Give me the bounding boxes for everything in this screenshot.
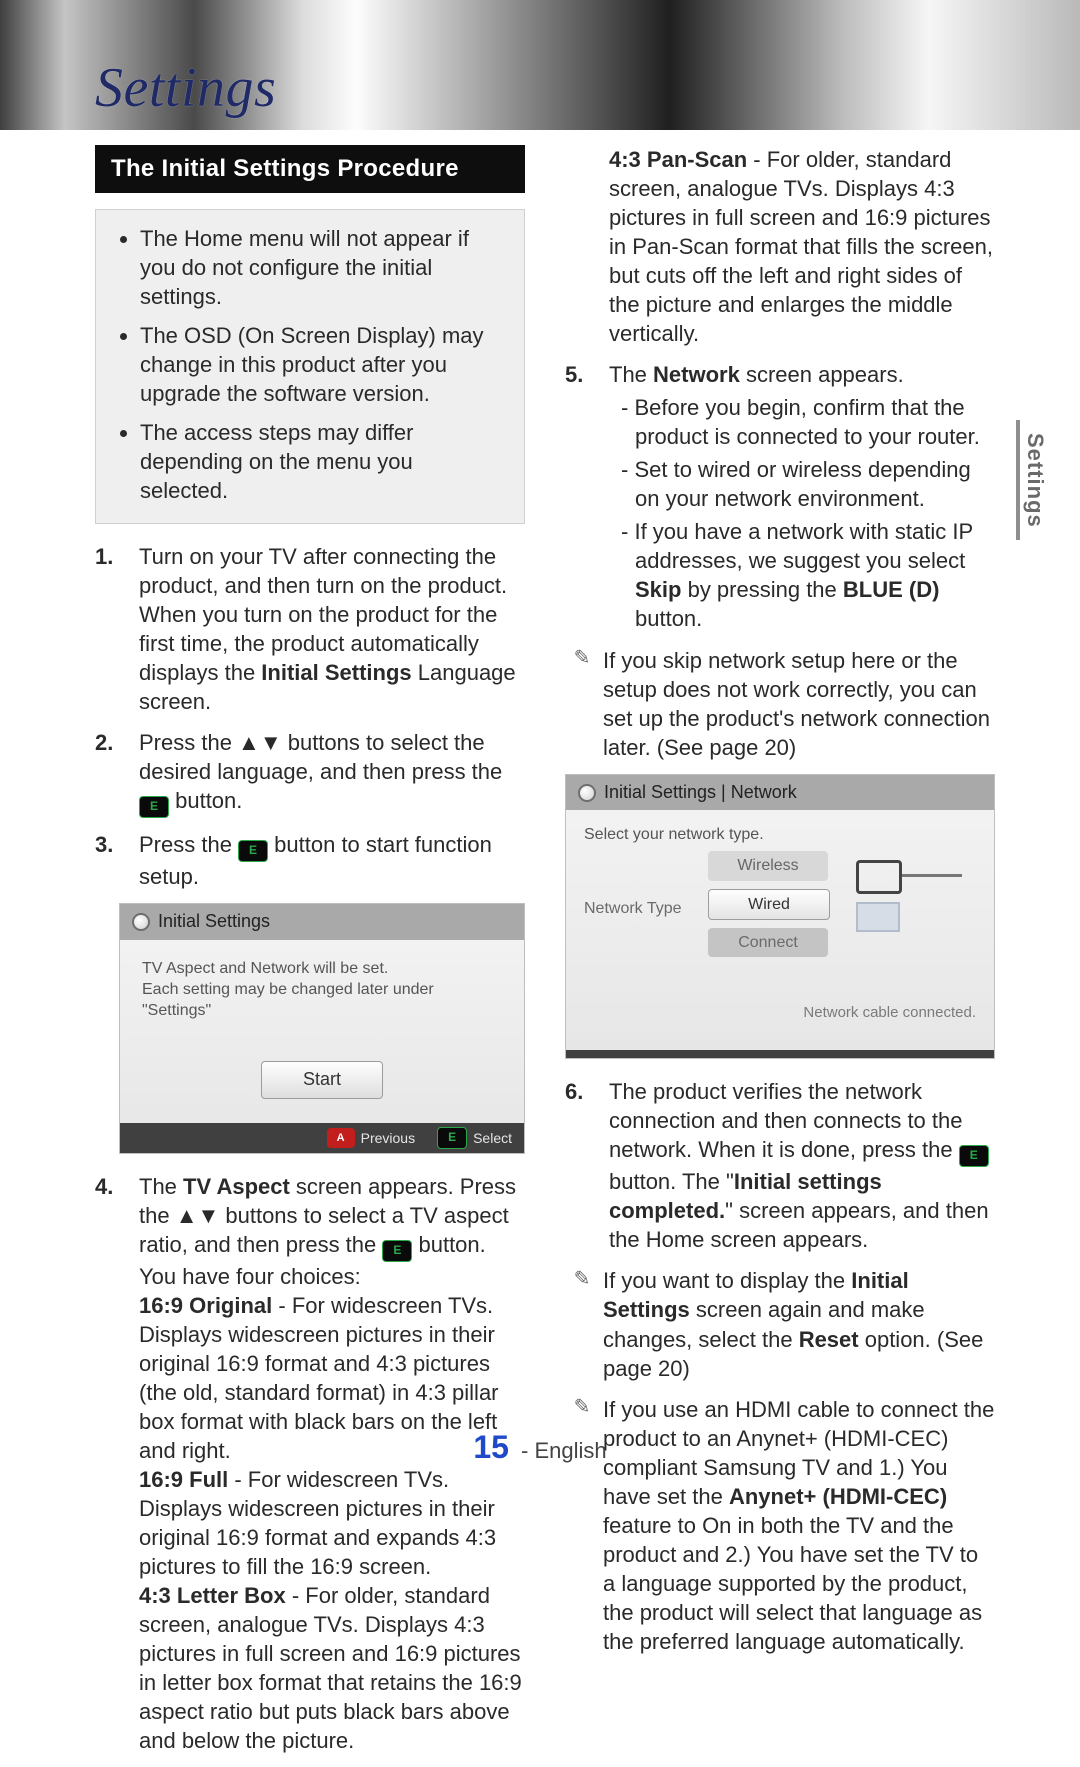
page-language: English: [535, 1438, 607, 1463]
sub-item: - If you have a network with static IP a…: [609, 517, 995, 633]
osd-footer: [566, 1050, 994, 1058]
network-status: Network cable connected.: [803, 1003, 976, 1023]
osd-select-label: Select: [473, 1129, 512, 1147]
osd-line: TV Aspect and Network will be set.: [142, 958, 502, 979]
page-number: 15: [473, 1429, 509, 1465]
osd-previous-label: Previous: [361, 1129, 415, 1147]
osd-footer: A Previous E Select: [120, 1123, 524, 1153]
step-number: 6.: [565, 1077, 593, 1254]
note-icon: ✎: [571, 1397, 593, 1419]
enter-icon: E: [382, 1240, 412, 1262]
step-number: 2.: [95, 728, 123, 818]
sub-item: - Set to wired or wireless depending on …: [609, 455, 995, 513]
note: ✎ If you skip network setup here or the …: [565, 646, 995, 762]
side-tab-label: Settings: [1022, 433, 1048, 528]
step-1: 1. Turn on your TV after connecting the …: [95, 542, 525, 716]
intro-item: The access steps may differ depending on…: [140, 418, 502, 505]
note: ✎ If you want to display the Initial Set…: [565, 1266, 995, 1382]
osd-title: Initial Settings | Network: [604, 781, 797, 805]
pc-icon: [856, 902, 900, 932]
enter-icon: E: [959, 1145, 989, 1167]
intro-box: The Home menu will not appear if you do …: [95, 209, 525, 524]
intro-item: The Home menu will not appear if you do …: [140, 224, 502, 311]
osd-dot-icon: [132, 913, 150, 931]
network-diagram: [806, 860, 976, 950]
note-icon: ✎: [571, 648, 593, 670]
step-number: 1.: [95, 542, 123, 716]
up-down-icon: ▲▼: [176, 1203, 220, 1228]
osd-start-button[interactable]: Start: [261, 1061, 383, 1099]
step-5: 5. The Network screen appears. - Before …: [565, 360, 995, 633]
step-number: 3.: [95, 830, 123, 891]
osd-line: Each setting may be changed later under …: [142, 979, 502, 1021]
side-tab: Settings: [1016, 420, 1050, 540]
router-icon: [856, 860, 902, 894]
page-title: Settings: [95, 56, 276, 120]
osd-header: Initial Settings: [120, 904, 524, 940]
sub-item: - Before you begin, confirm that the pro…: [609, 393, 995, 451]
red-a-icon: A: [327, 1128, 355, 1148]
osd-header: Initial Settings | Network: [566, 775, 994, 811]
cable-icon: [902, 874, 962, 877]
osd-dot-icon: [578, 784, 596, 802]
up-down-icon: ▲▼: [238, 730, 282, 755]
intro-item: The OSD (On Screen Display) may change i…: [140, 321, 502, 408]
left-column: The Initial Settings Procedure The Home …: [95, 145, 525, 1767]
network-type-label: Network Type: [584, 898, 694, 919]
right-column: 4:3 Pan-Scan - For older, standard scree…: [565, 145, 995, 1767]
enter-icon: E: [437, 1127, 467, 1149]
step-3: 3. Press the E button to start function …: [95, 830, 525, 891]
osd-prompt: Select your network type.: [584, 824, 976, 845]
page-banner: Settings: [0, 0, 1080, 130]
section-heading: The Initial Settings Procedure: [95, 145, 525, 193]
enter-icon: E: [238, 840, 268, 862]
step-2: 2. Press the ▲▼ buttons to select the de…: [95, 728, 525, 818]
step-6: 6. The product verifies the network conn…: [565, 1077, 995, 1254]
osd-initial-settings: Initial Settings TV Aspect and Network w…: [119, 903, 525, 1154]
osd-network: Initial Settings | Network Select your n…: [565, 774, 995, 1060]
note-icon: ✎: [571, 1268, 593, 1290]
enter-icon: E: [139, 796, 169, 818]
page-footer: 15 - English: [0, 1429, 1080, 1466]
step-number: 5.: [565, 360, 593, 633]
osd-title: Initial Settings: [158, 910, 270, 934]
